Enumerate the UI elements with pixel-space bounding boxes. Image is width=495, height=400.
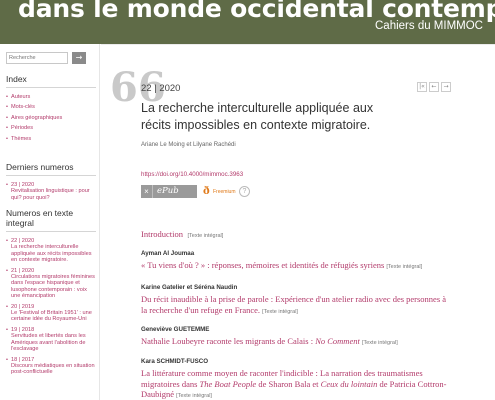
- index-item-keywords[interactable]: Mots-clés: [6, 104, 96, 111]
- fulltext-issue-link[interactable]: 18 | 2017 Discours médiatiques en situat…: [6, 357, 96, 376]
- index-item-geography[interactable]: Aires géographiques: [6, 115, 96, 122]
- series-name[interactable]: Cahiers du MIMMOC: [375, 20, 483, 32]
- entry-author[interactable]: Ayman Al Joumaa: [141, 250, 451, 257]
- index-block: Index Auteurs Mots-clés Aires géographiq…: [6, 74, 96, 146]
- issue-title: Le 'Festival of Britain 1951' : une cert…: [11, 310, 92, 323]
- fulltext-issue-link[interactable]: 21 | 2020 Circulations migratoires fémin…: [6, 268, 96, 300]
- entry-title-text: Nathalie Loubeyre raconte les migrants d…: [141, 336, 316, 346]
- entry-author[interactable]: Geneviève GUETEMME: [141, 326, 451, 333]
- search-input[interactable]: [6, 52, 68, 64]
- fulltext-issue-link[interactable]: 22 | 2020 La recherche interculturelle a…: [6, 238, 96, 264]
- close-icon: ×: [141, 185, 153, 198]
- intro-link[interactable]: Introduction: [141, 229, 183, 239]
- entry-author[interactable]: Karine Gatelier et Séréna Naudin: [141, 284, 451, 291]
- entry-title[interactable]: Nathalie Loubeyre raconte les migrants d…: [141, 336, 451, 349]
- entry-title-emphasis: Ceux du lointain: [320, 378, 378, 389]
- epub-label: ePub: [157, 186, 179, 196]
- fulltext-note[interactable]: [Texte intégral]: [262, 309, 298, 315]
- toc-intro: Introduction [Texte intégral]: [141, 224, 223, 242]
- toc-entry: Kara SCHMIDT-FUSCO La littérature comme …: [141, 358, 451, 400]
- fulltext-heading: Numeros en texte integral: [6, 208, 96, 232]
- issue-title: Discours médiatiques en situation post-c…: [11, 362, 95, 376]
- fulltext-note[interactable]: [Texte intégral]: [362, 340, 398, 346]
- next-button[interactable]: →: [441, 82, 451, 92]
- entry-title-text: « Tu viens d'où ? » : réponses, mémoires…: [141, 260, 385, 270]
- first-page-button[interactable]: |«: [417, 82, 427, 92]
- freemium-label: Freemium: [213, 189, 236, 195]
- latest-heading: Derniers numeros: [6, 162, 96, 176]
- issue-label: 22 | 2020: [141, 83, 181, 94]
- latest-block: Derniers numeros 23 | 2020 Revitalisatio…: [6, 162, 96, 205]
- fulltext-issue-link[interactable]: 19 | 2018 Servitudes et libertés dans le…: [6, 327, 96, 353]
- fulltext-list: 22 | 2020 La recherche interculturelle a…: [6, 238, 96, 376]
- epub-button[interactable]: × ePub: [141, 185, 197, 198]
- index-list: Auteurs Mots-clés Aires géographiques Pé…: [6, 94, 96, 142]
- index-item-periods[interactable]: Périodes: [6, 125, 96, 132]
- index-item-authors[interactable]: Auteurs: [6, 94, 96, 101]
- article-authors: Ariane Le Moing et Lilyane Rachédi: [141, 142, 236, 148]
- article-title: La recherche interculturelle appliquée a…: [141, 101, 374, 132]
- issue-title: Servitudes et libertés dans les Amérique…: [11, 333, 86, 353]
- entry-title-text: de Sharon Bala et: [256, 378, 321, 389]
- sidebar: → Index Auteurs Mots-clés Aires géograph…: [0, 44, 100, 400]
- doi-link[interactable]: https://doi.org/10.4000/mimmoc.3963: [141, 171, 243, 178]
- fulltext-block: Numeros en texte integral 22 | 2020 La r…: [6, 208, 96, 380]
- openedition-logo-icon: ð: [203, 186, 210, 197]
- issue-title: Circulations migratoires féminines dans …: [11, 274, 95, 300]
- fulltext-note[interactable]: [Texte intégral]: [386, 264, 422, 270]
- entry-title[interactable]: Du récit inaudible à la prise de parole …: [141, 294, 451, 317]
- header-banner: dans le monde occidental contemporain Ca…: [0, 0, 495, 44]
- fulltext-note[interactable]: [Texte intégral]: [176, 393, 212, 399]
- issue-title: La recherche interculturelle appliquée a…: [11, 244, 92, 264]
- toc-entry: Karine Gatelier et Séréna Naudin Du réci…: [141, 284, 451, 317]
- entry-title-emphasis: The Boat People: [199, 378, 257, 389]
- index-heading: Index: [6, 74, 96, 88]
- index-item-themes[interactable]: Thèmes: [6, 136, 96, 143]
- entry-title[interactable]: La littérature comme moyen de raconter l…: [141, 368, 451, 400]
- issue-title: Revitalisation linguistique : pour qui? …: [11, 188, 90, 201]
- fulltext-issue-link[interactable]: 20 | 2019 Le 'Festival of Britain 1951' …: [6, 304, 96, 323]
- toc-entry: Geneviève GUETEMME Nathalie Loubeyre rac…: [141, 326, 451, 349]
- fulltext-note[interactable]: [Texte intégral]: [187, 233, 223, 239]
- latest-list: 23 | 2020 Revitalisation linguistique : …: [6, 182, 96, 201]
- search-submit-button[interactable]: →: [72, 52, 86, 64]
- toc-entry: Ayman Al Joumaa « Tu viens d'où ? » : ré…: [141, 250, 451, 273]
- previous-button[interactable]: ←: [429, 82, 439, 92]
- help-icon[interactable]: ?: [239, 186, 250, 197]
- search-form: →: [6, 52, 96, 64]
- entry-title-emphasis: No Comment: [315, 336, 360, 346]
- latest-issue-link[interactable]: 23 | 2020 Revitalisation linguistique : …: [6, 182, 96, 201]
- entry-title[interactable]: « Tu viens d'où ? » : réponses, mémoires…: [141, 260, 451, 273]
- entry-author[interactable]: Kara SCHMIDT-FUSCO: [141, 358, 451, 365]
